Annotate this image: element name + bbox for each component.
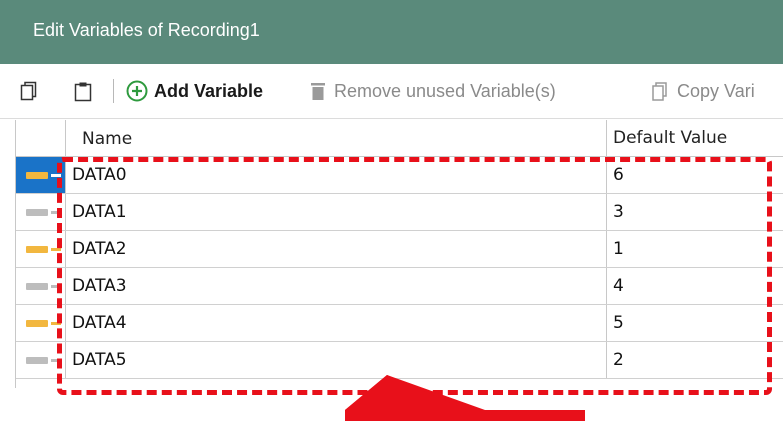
window-title: Edit Variables of Recording1: [33, 20, 260, 40]
add-variable-button[interactable]: Add Variable: [126, 64, 263, 118]
copy-icon[interactable]: [20, 64, 38, 118]
variable-type-icon: [26, 357, 48, 364]
copy-variables-label: Copy Vari: [677, 80, 755, 101]
grid-header: Name Default Value: [16, 120, 783, 157]
variable-type-icon: [26, 209, 48, 216]
toolbar-separator: [113, 79, 114, 103]
toolbar: Add Variable Remove unused Variable(s) C…: [0, 64, 783, 119]
paste-icon[interactable]: [74, 64, 92, 118]
variable-type-icon: [26, 246, 48, 253]
variable-type-icon: [26, 172, 48, 179]
remove-unused-label: Remove unused Variable(s): [334, 80, 556, 101]
column-header-name[interactable]: Name: [82, 129, 132, 149]
variable-type-icon: [26, 320, 48, 327]
remove-unused-button[interactable]: Remove unused Variable(s): [311, 64, 556, 118]
highlight-box: [57, 157, 772, 395]
copy-variables-icon: [652, 81, 668, 101]
window-titlebar: Edit Variables of Recording1: [0, 0, 783, 64]
column-header-default-value[interactable]: Default Value: [606, 120, 727, 156]
row-header-divider: [65, 120, 66, 156]
add-variable-label: Add Variable: [154, 80, 264, 101]
add-circle-icon: [126, 80, 148, 102]
trash-icon: [311, 82, 325, 101]
variable-type-icon: [26, 283, 48, 290]
copy-variables-button[interactable]: Copy Vari: [652, 64, 755, 118]
arrow-annotation: [345, 375, 585, 421]
